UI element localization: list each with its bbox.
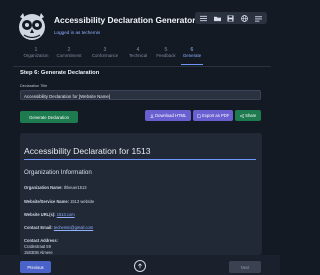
website-url-link[interactable]: 1513.com xyxy=(57,212,75,217)
download-html-button[interactable]: Download HTML xyxy=(145,110,191,121)
info-value: 1513 website xyxy=(70,199,95,204)
info-row-organization: Organization Name: thkeuer1513 xyxy=(24,185,87,190)
info-label: Website/Service Name: xyxy=(24,199,69,204)
save-button[interactable] xyxy=(226,14,236,22)
language-button[interactable] xyxy=(240,14,250,22)
export-pdf-button[interactable]: Export as PDF xyxy=(193,110,233,121)
header-divider xyxy=(13,66,271,67)
logged-in-prefix: Logged in as xyxy=(54,30,81,35)
app-title: Accessibility Declaration Generator xyxy=(54,15,196,25)
info-label: Contact Address: xyxy=(24,238,58,243)
generate-declaration-button[interactable]: Generate Declaration xyxy=(20,111,78,123)
info-row-website-name: Website/Service Name: 1513 website xyxy=(24,199,94,204)
step-label: Commitment xyxy=(56,53,82,59)
previous-label: Previous xyxy=(27,264,44,270)
preview-title-rule xyxy=(24,159,256,160)
preview-title: Accessibility Declaration for 1513 xyxy=(24,146,151,156)
file-pdf-icon xyxy=(197,113,201,118)
info-row-website-url: Website URL(s): 1513.com xyxy=(24,212,75,217)
download-html-label: Download HTML xyxy=(155,113,187,118)
list-icon xyxy=(200,15,208,21)
save-icon xyxy=(227,14,235,22)
section-title: Step 6: Generate Declaration xyxy=(20,70,100,76)
menu-button[interactable] xyxy=(253,14,263,22)
share-label: Share xyxy=(245,113,257,118)
arrow-up-icon xyxy=(138,263,142,269)
step-label: Generate xyxy=(182,53,202,59)
generate-label: Generate Declaration xyxy=(29,114,69,120)
tab-commitment[interactable]: 2 Commitment xyxy=(49,47,89,59)
info-label: Contact Email: xyxy=(24,225,53,230)
header-toolbar xyxy=(195,12,267,24)
next-label: Next xyxy=(240,264,250,270)
declaration-title-input[interactable]: Accessibility Declaration for [Website N… xyxy=(20,90,261,100)
address-line: Cratlestraat 59 xyxy=(24,244,51,249)
contact-email-link[interactable]: techemin@gmail.com xyxy=(54,225,93,230)
globe-icon xyxy=(241,14,248,22)
username-link[interactable]: techemin xyxy=(82,30,101,35)
export-pdf-label: Export as PDF xyxy=(202,113,230,118)
step-navigation: 1 Organization 2 Commitment 3 Conformanc… xyxy=(20,47,267,66)
download-icon xyxy=(149,113,154,118)
info-row-contact-address: Contact Address: xyxy=(24,238,58,243)
organization-info-heading: Organization Information xyxy=(24,169,92,176)
next-button[interactable]: Next xyxy=(229,261,261,273)
declaration-title-label: Declaration Title xyxy=(20,84,48,88)
folder-icon xyxy=(213,16,221,21)
owl-logo-icon xyxy=(19,13,45,40)
info-label: Website URL(s): xyxy=(24,212,56,217)
logged-in-status: Logged in as techemin xyxy=(54,30,100,35)
share-icon xyxy=(239,113,244,118)
list-button[interactable] xyxy=(199,14,209,22)
info-value: Cratlestraat 59 xyxy=(24,244,51,249)
tab-generate[interactable]: 6 Generate xyxy=(172,47,212,59)
previous-button[interactable]: Previous xyxy=(20,261,51,273)
info-row-contact-email: Contact Email: techemin@gmail.com xyxy=(24,225,93,230)
info-value: thkeuer1513 xyxy=(63,185,87,190)
scroll-to-top-button[interactable] xyxy=(134,260,146,272)
declaration-preview: Accessibility Declaration for 1513 Organ… xyxy=(20,133,262,255)
menu-icon xyxy=(254,15,262,22)
info-label: Organization Name: xyxy=(24,185,63,190)
open-button[interactable] xyxy=(212,14,222,22)
share-button[interactable]: Share xyxy=(235,110,261,121)
